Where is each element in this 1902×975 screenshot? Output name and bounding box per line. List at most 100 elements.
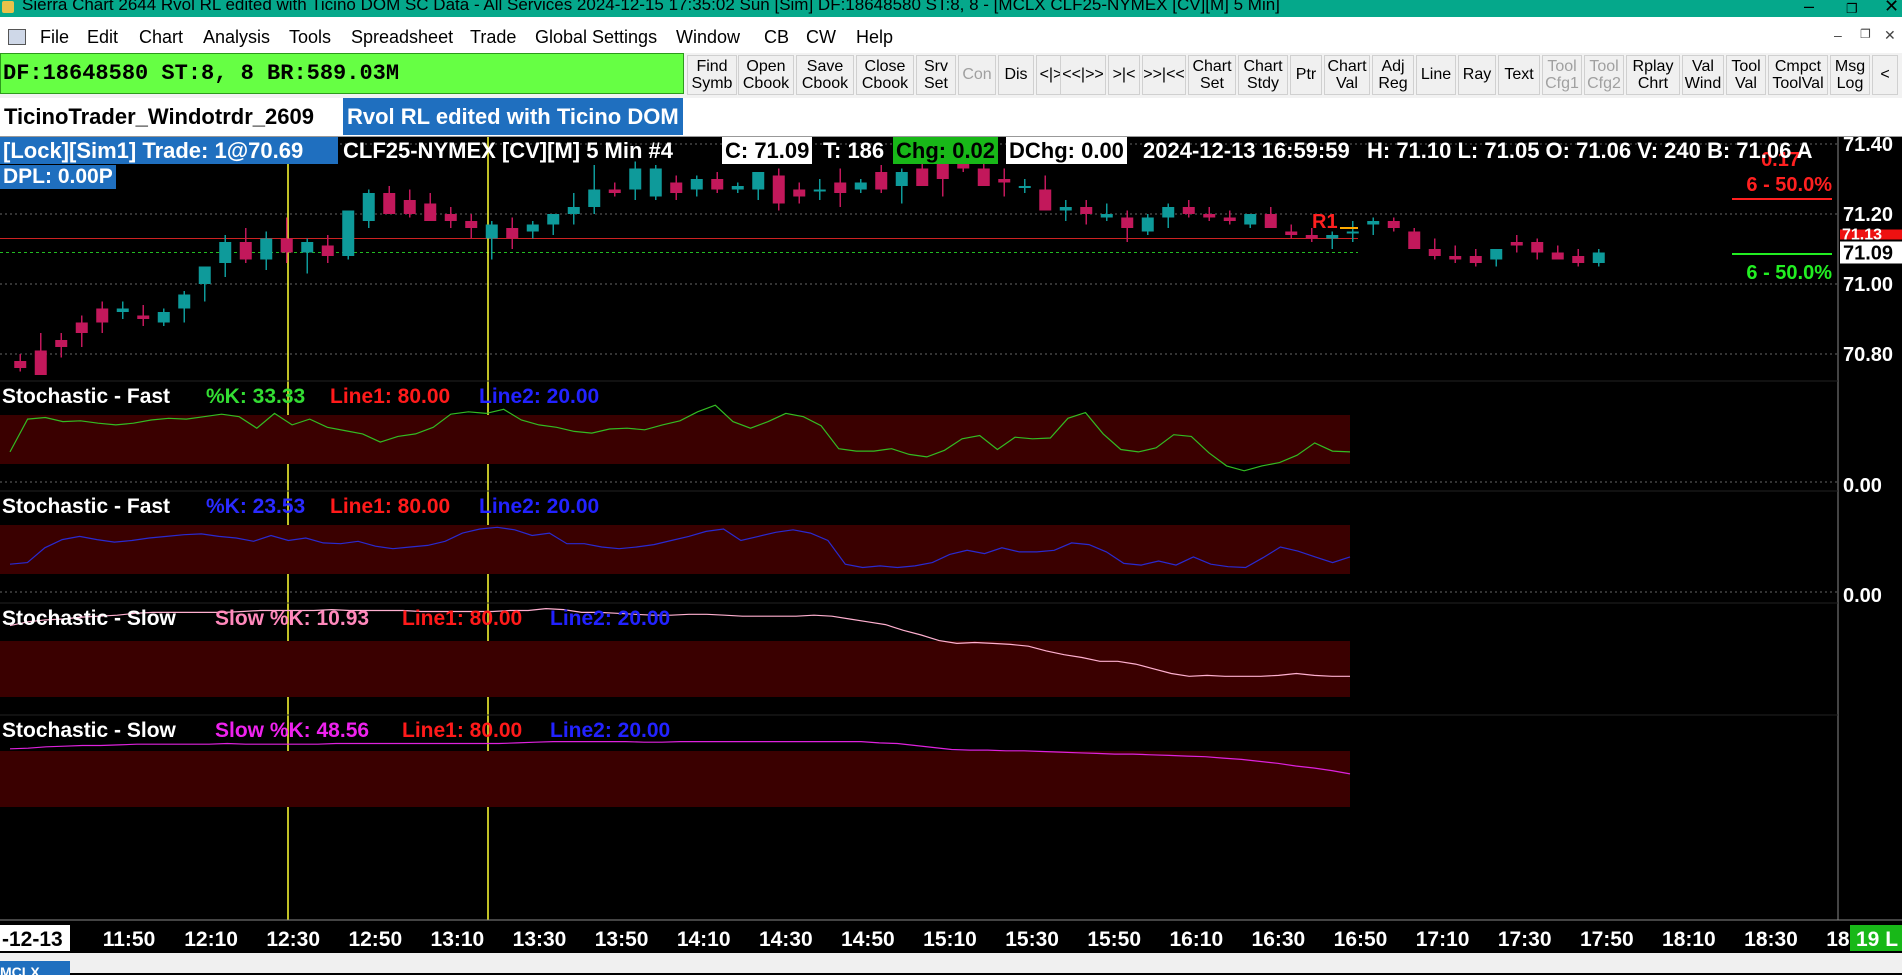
- tab-rvol-chartbook[interactable]: Rvol RL edited with Ticino DOM: [343, 98, 683, 135]
- candle-body: [1428, 249, 1441, 256]
- time-axis-end-tag: 19 L: [1856, 928, 1898, 951]
- menu-bar: File Edit Chart Analysis Tools Spreadsheet Tra…: [0, 17, 1902, 53]
- toolbar-button-chart-val[interactable]: Chart Val: [1324, 55, 1370, 95]
- candle-body: [1326, 235, 1339, 239]
- candle-body: [485, 224, 498, 239]
- candle-body: [977, 168, 990, 186]
- menu-tools[interactable]: Tools: [289, 27, 331, 48]
- toolbar-button-xxxxx[interactable]: <<|>>: [1060, 55, 1106, 95]
- toolbar-button-ray[interactable]: Ray: [1458, 55, 1496, 95]
- candle-body: [1469, 256, 1482, 263]
- toolbar-button-rplay-chrt[interactable]: Rplay Chrt: [1626, 55, 1680, 95]
- toolbar-button-text[interactable]: Text: [1498, 55, 1540, 95]
- candle-body: [219, 242, 232, 263]
- chartbook-tabs-strip: MCLX: [0, 953, 1902, 975]
- price-axis-label: 71.40: [1843, 137, 1893, 156]
- stoch-line2-value: Line2: 20.00: [479, 495, 599, 518]
- stoch-line2-value: Line2: 20.00: [479, 385, 599, 408]
- minimize-window-button[interactable]: –: [1804, 0, 1814, 15]
- menu-window[interactable]: Window: [676, 27, 740, 48]
- menu-cw[interactable]: CW: [806, 27, 836, 48]
- toolbar-button-find-symb[interactable]: Find Symb: [687, 55, 737, 95]
- toolbar-button-dis[interactable]: Dis: [998, 55, 1034, 95]
- time-axis-label: 12:50: [348, 928, 402, 951]
- time-axis-label: 15:10: [923, 928, 977, 951]
- candle-body: [116, 308, 129, 312]
- candle-body: [424, 203, 437, 221]
- toolbar-button-xxx[interactable]: >|<: [1108, 55, 1140, 95]
- menu-spreadsheet[interactable]: Spreadsheet: [351, 27, 453, 48]
- candle-body: [239, 242, 252, 260]
- chartbook-icon[interactable]: [8, 29, 26, 45]
- lock-trade-status: [Lock][Sim1] Trade: 1@70.69: [0, 137, 338, 164]
- candle-body: [1059, 207, 1072, 211]
- candle-body: [711, 179, 724, 190]
- toolbar-button-xxxxx[interactable]: >>|<<: [1142, 55, 1186, 95]
- stoch-panel-title: Stochastic - Fast: [2, 495, 170, 518]
- toolbar-button-chart-stdy[interactable]: Chart Stdy: [1238, 55, 1288, 95]
- toolbar-button-line[interactable]: Line: [1416, 55, 1456, 95]
- candle-body: [383, 193, 396, 214]
- menu-edit[interactable]: Edit: [87, 27, 118, 48]
- connection-status-box: DF:18648580 ST:8, 8 BR:589.03M: [0, 53, 684, 94]
- stoch-k-value: %K: 23.53: [206, 495, 305, 518]
- candle-body: [567, 207, 580, 214]
- stoch-band-panel-3: [0, 641, 1350, 697]
- chart-area[interactable]: 0.17 6 - 50.0% 6 - 50.0% R1 71.40 71.20 71.00 7…: [0, 137, 1902, 953]
- toolbar-button-open-cbook[interactable]: Open Cbook: [738, 55, 794, 95]
- candle-body: [260, 238, 273, 260]
- close-window-button[interactable]: ✕: [1884, 0, 1899, 15]
- time-axis-label: 18:10: [1662, 928, 1716, 951]
- tab-ticino-trader[interactable]: TicinoTrader_Windotrdr_2609: [0, 98, 318, 135]
- toolbar-button-tool-val[interactable]: Tool Val: [1726, 55, 1766, 95]
- toolbar-button-tool-cfg1[interactable]: Tool Cfg1: [1542, 55, 1582, 95]
- candle-body: [752, 172, 765, 190]
- toolbar-button-tool-cfg2[interactable]: Tool Cfg2: [1584, 55, 1624, 95]
- restore-icon[interactable]: ❐: [1846, 0, 1858, 17]
- window-titlebar[interactable]: Sierra Chart 2644 Rvol RL edited with Ti…: [0, 0, 1902, 17]
- menu-trade[interactable]: Trade: [470, 27, 516, 48]
- candle-body: [178, 294, 191, 309]
- toolbar-button-close-cbook[interactable]: Close Cbook: [856, 55, 914, 95]
- tick-count: T: 186: [823, 138, 885, 163]
- candle-body: [1551, 252, 1564, 260]
- menu-global-settings[interactable]: Global Settings: [535, 27, 657, 48]
- menu-file[interactable]: File: [40, 27, 69, 48]
- candle-body: [772, 175, 785, 204]
- target-label-green: 6 - 50.0%: [1746, 262, 1832, 284]
- toolbar-button-x[interactable]: <: [1872, 55, 1898, 95]
- toolbar-button-msg-log[interactable]: Msg Log: [1830, 55, 1870, 95]
- candle-body: [1387, 221, 1400, 228]
- candle-body: [1346, 231, 1359, 234]
- stoch-axis-label: 0.00: [1843, 585, 1882, 607]
- child-close-button[interactable]: ✕: [1884, 27, 1896, 44]
- toolbar-button-val-wind[interactable]: Val Wind: [1682, 55, 1724, 95]
- candle-body: [588, 189, 601, 207]
- menu-chart[interactable]: Chart: [139, 27, 183, 48]
- candle-body: [629, 168, 642, 190]
- stoch-line2-value: Line2: 20.00: [550, 719, 670, 742]
- toolbar-button-cmpct-toolval[interactable]: Cmpct ToolVal: [1768, 55, 1828, 95]
- menu-cb[interactable]: CB: [764, 27, 789, 48]
- trade-price-axis-label: 71.13: [1842, 227, 1882, 244]
- candle-body: [895, 172, 908, 186]
- menu-help[interactable]: Help: [856, 27, 893, 48]
- toolbar-button-srv-set[interactable]: Srv Set: [916, 55, 956, 95]
- chart-canvas[interactable]: 0.176 - 50.0%6 - 50.0%R171.4071.2071.007…: [0, 137, 1902, 953]
- time-axis-label: 12:10: [184, 928, 238, 951]
- candle-body: [854, 182, 867, 190]
- time-axis-label: 15:50: [1087, 928, 1141, 951]
- toolbar-button-ptr[interactable]: Ptr: [1290, 55, 1322, 95]
- toolbar-button-adj-reg[interactable]: Adj Reg: [1372, 55, 1414, 95]
- menu-analysis[interactable]: Analysis: [203, 27, 270, 48]
- toolbar-button-chart-set[interactable]: Chart Set: [1188, 55, 1236, 95]
- r1-label: R1: [1312, 211, 1338, 233]
- candle-body: [137, 315, 150, 319]
- candle-body: [1449, 256, 1462, 260]
- toolbar-button-save-cbook[interactable]: Save Cbook: [796, 55, 854, 95]
- candle-body: [362, 193, 375, 221]
- child-restore-icon[interactable]: ❐: [1860, 27, 1871, 41]
- child-minimize-button[interactable]: –: [1834, 27, 1842, 43]
- toolbar-button-con[interactable]: Con: [958, 55, 996, 95]
- candle-body: [1182, 207, 1195, 214]
